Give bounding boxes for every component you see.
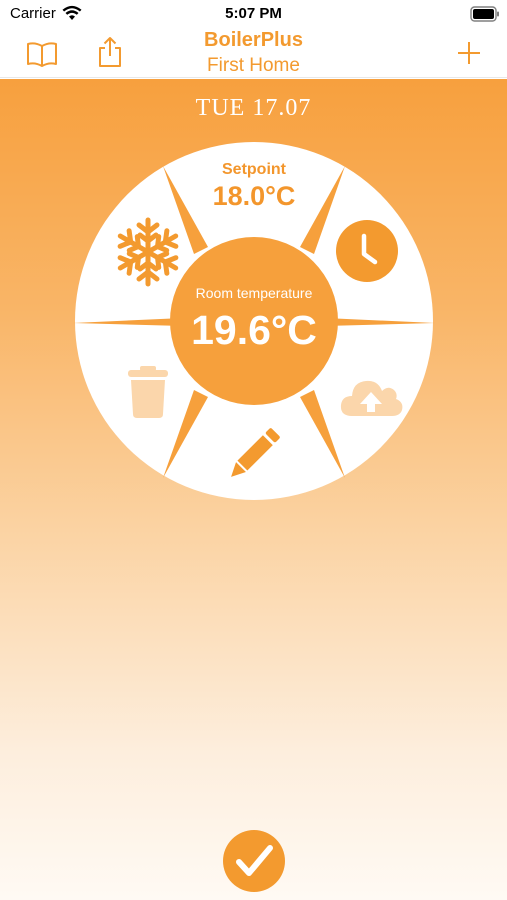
status-bar: Carrier 5:07 PM xyxy=(0,0,507,28)
setpoint-value[interactable]: 18.0°C xyxy=(154,181,354,212)
date-label: TUE 17.07 xyxy=(195,95,312,121)
battery-icon xyxy=(470,6,499,22)
plus-icon[interactable] xyxy=(456,40,482,66)
trash-icon[interactable] xyxy=(126,366,170,418)
cloud-upload-icon[interactable] xyxy=(338,372,404,418)
checkmark-icon[interactable] xyxy=(222,829,286,893)
room-temperature-value: 19.6°C xyxy=(191,307,317,353)
room-temperature-label: Room temperature xyxy=(195,285,313,301)
status-time: 5:07 PM xyxy=(225,5,282,22)
navigation-bar: BoilerPlus First Home xyxy=(0,28,507,78)
pencil-icon[interactable] xyxy=(225,427,281,483)
home-name[interactable]: First Home xyxy=(0,55,507,77)
setpoint-label: Setpoint xyxy=(222,161,286,178)
clock-icon[interactable] xyxy=(334,218,400,284)
main-area: TUE 17.07 Setpoint 18.0°C Room temperatu… xyxy=(0,79,507,900)
snowflake-icon[interactable] xyxy=(113,217,183,287)
app-title: BoilerPlus xyxy=(204,29,303,51)
